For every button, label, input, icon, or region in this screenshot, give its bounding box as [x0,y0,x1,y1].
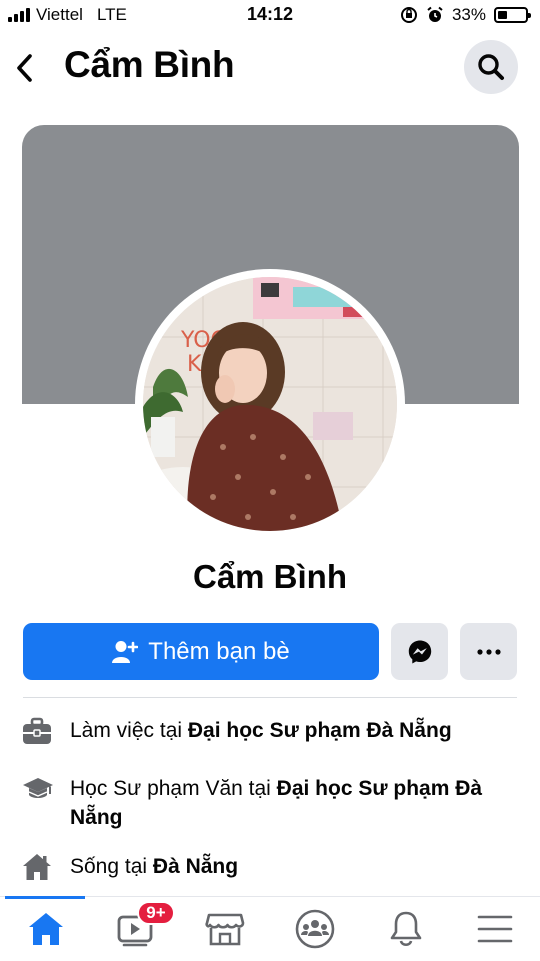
groups-icon [295,909,335,949]
avatar-ring: YOG KII [135,269,405,539]
battery-level [498,11,507,19]
section-divider [23,697,517,698]
battery-icon [494,7,531,23]
intro-prefix: Sống tại [70,855,153,878]
intro-text-education: Học Sư phạm Văn tại Đại học Sư phạm Đà N… [70,774,522,832]
graduation-cap-icon [22,774,54,803]
intro-prefix: Học Sư phạm Văn tại [70,777,277,800]
alarm-icon [427,6,443,22]
intro-place[interactable]: Đà Nẵng [153,855,238,878]
chevron-left-icon [17,54,32,82]
battery-percent: 33% [451,5,486,24]
active-tab-indicator [5,896,85,899]
intro-prefix: Làm việc tại [70,719,188,742]
intro-row-lives[interactable]: Sống tại Đà Nẵng [22,852,522,881]
intro-text-work: Làm việc tại Đại học Sư phạm Đà Nẵng [70,716,452,745]
marketplace-icon [205,913,245,946]
intro-row-education[interactable]: Học Sư phạm Văn tại Đại học Sư phạm Đà N… [22,774,522,832]
tab-menu[interactable] [469,907,521,951]
more-dots-icon [476,648,501,655]
bottom-tab-bar: 9+ [0,896,540,961]
status-right: 33% [400,5,531,25]
tab-groups[interactable] [289,907,341,951]
messenger-button[interactable] [391,623,448,680]
back-button[interactable] [10,46,42,90]
notification-badge: 9+ [137,901,175,925]
intro-row-work[interactable]: Làm việc tại Đại học Sư phạm Đà Nẵng [22,716,522,745]
page-title: Cẩm Bình [64,44,235,85]
add-friend-label: Thêm bạn bè [148,637,290,665]
home-icon [29,913,63,945]
add-friend-button[interactable]: Thêm bạn bè [23,623,379,680]
messenger-icon [408,640,431,663]
profile-name: Cẩm Bình [192,558,347,595]
intro-text-lives: Sống tại Đà Nẵng [70,852,238,881]
status-bar: Viettel LTE 14:12 33% [0,0,540,30]
search-button[interactable] [464,40,518,94]
bell-icon [390,911,422,947]
menu-icon [477,915,513,943]
house-icon [22,852,54,881]
search-icon [478,54,504,80]
add-friend-icon [112,640,139,663]
tab-notifications[interactable] [380,907,432,951]
more-button[interactable] [460,623,517,680]
tab-home[interactable] [20,907,72,951]
tab-marketplace[interactable] [199,907,251,951]
briefcase-icon [22,716,54,745]
profile-photo: YOG KII [143,277,397,531]
intro-place[interactable]: Đại học Sư phạm Đà Nẵng [188,719,452,742]
profile-header: Cẩm Bình [0,38,540,98]
orientation-lock-icon [400,7,417,23]
avatar[interactable]: YOG KII [143,277,397,531]
